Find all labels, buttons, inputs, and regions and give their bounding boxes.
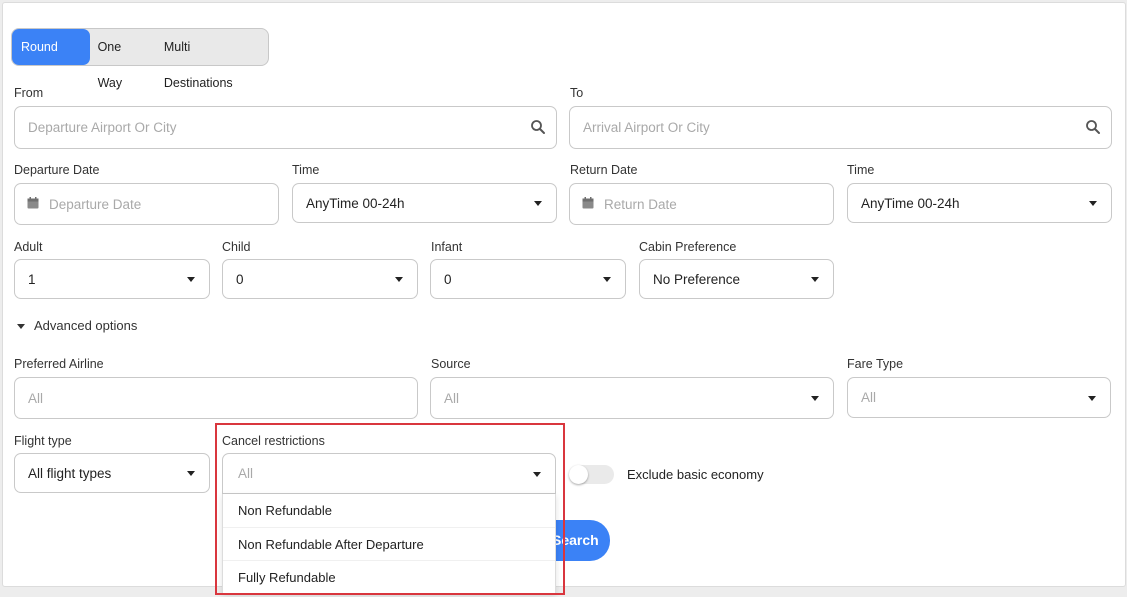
exclude-basic-economy-label: Exclude basic economy — [627, 467, 764, 482]
cabin-preference-select[interactable]: No Preference — [639, 259, 834, 299]
chevron-down-icon — [1088, 395, 1096, 401]
adult-label: Adult — [14, 240, 43, 254]
highlight-box — [215, 423, 565, 595]
advanced-options-toggle[interactable]: Advanced options — [17, 318, 137, 333]
toggle-knob — [569, 465, 588, 484]
to-placeholder: Arrival Airport Or City — [583, 120, 710, 135]
chevron-down-icon — [187, 277, 195, 282]
cabin-preference-label: Cabin Preference — [639, 240, 737, 254]
chevron-down-icon — [395, 277, 403, 282]
cabin-preference-value: No Preference — [653, 271, 741, 287]
from-placeholder: Departure Airport Or City — [28, 120, 177, 135]
to-label: To — [570, 86, 584, 100]
calendar-icon — [582, 197, 594, 209]
search-icon — [1086, 120, 1100, 134]
infant-label: Infant — [431, 240, 463, 254]
exclude-basic-economy-toggle[interactable] — [569, 465, 614, 484]
flight-type-select[interactable]: All flight types — [14, 453, 210, 493]
chevron-down-icon — [603, 277, 611, 282]
fare-type-placeholder: All — [861, 390, 877, 405]
adult-value: 1 — [28, 271, 36, 287]
return-time-value: AnyTime 00-24h — [861, 195, 960, 211]
chevron-down-icon — [1089, 201, 1097, 206]
child-select[interactable]: 0 — [222, 259, 418, 299]
calendar-icon — [27, 197, 39, 209]
return-date-input[interactable]: Return Date — [569, 183, 834, 225]
from-input[interactable]: Departure Airport Or City — [14, 106, 557, 149]
return-time-label: Time — [847, 163, 875, 177]
source-label: Source — [431, 357, 471, 371]
departure-time-value: AnyTime 00-24h — [306, 195, 405, 211]
preferred-airline-input[interactable]: All — [14, 377, 418, 419]
departure-date-label: Departure Date — [14, 163, 100, 177]
search-icon — [531, 120, 545, 134]
departure-date-input[interactable]: Departure Date — [14, 183, 279, 225]
return-time-select[interactable]: AnyTime 00-24h — [847, 183, 1112, 223]
departure-time-select[interactable]: AnyTime 00-24h — [292, 183, 557, 223]
departure-time-label: Time — [292, 163, 320, 177]
flight-type-label: Flight type — [14, 434, 72, 448]
from-label: From — [14, 86, 44, 100]
chevron-down-icon — [534, 201, 542, 206]
child-value: 0 — [236, 271, 244, 287]
return-date-label: Return Date — [570, 163, 638, 177]
round-trip-button[interactable]: Round Trip — [12, 29, 90, 90]
flight-type-value: All flight types — [28, 465, 112, 481]
source-placeholder: All — [444, 390, 460, 406]
chevron-down-icon — [811, 277, 819, 282]
preferred-airline-label: Preferred Airline — [14, 357, 104, 371]
child-label: Child — [222, 240, 251, 254]
fare-type-select[interactable]: All — [847, 377, 1111, 418]
multi-destinations-button[interactable]: Multi Destinations — [156, 29, 268, 90]
chevron-down-icon — [187, 471, 195, 476]
to-input[interactable]: Arrival Airport Or City — [569, 106, 1112, 149]
fare-type-label: Fare Type — [847, 357, 904, 371]
preferred-airline-placeholder: All — [28, 390, 44, 406]
source-select[interactable]: All — [430, 377, 834, 419]
infant-select[interactable]: 0 — [430, 259, 626, 299]
infant-value: 0 — [444, 271, 452, 287]
advanced-options-label: Advanced options — [34, 318, 138, 333]
chevron-down-icon — [811, 396, 819, 401]
caret-down-icon — [17, 323, 25, 329]
trip-type-toggle: Round Trip One Way Multi Destinations — [11, 28, 269, 90]
one-way-button[interactable]: One Way — [90, 29, 156, 90]
adult-select[interactable]: 1 — [14, 259, 210, 299]
